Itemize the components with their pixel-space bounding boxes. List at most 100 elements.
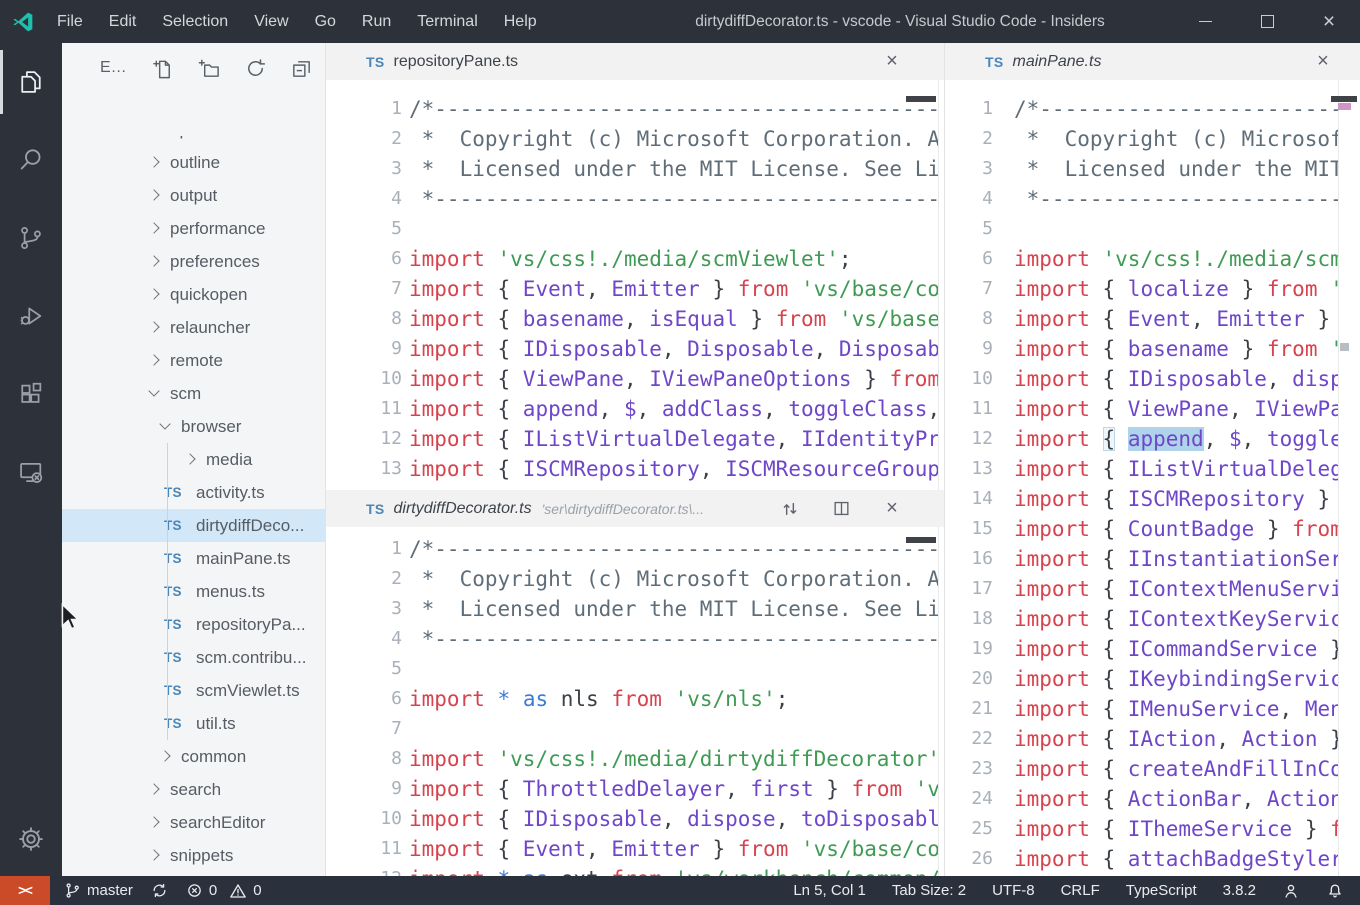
- code-line[interactable]: 8import { basename, isEqual } from 'vs/b…: [326, 304, 938, 334]
- feedback-button[interactable]: [1282, 882, 1300, 900]
- close-window-button[interactable]: ×: [1298, 0, 1360, 43]
- code-line[interactable]: 4 *-------------------------------------…: [945, 184, 1338, 214]
- tree-item-activity-ts[interactable]: TSactivity.ts: [62, 476, 325, 509]
- code-line[interactable]: 5: [326, 214, 938, 244]
- code-line[interactable]: 14import { ISCMRepository } from 'vs/wor…: [945, 484, 1338, 514]
- tree-item-relauncher[interactable]: relauncher: [62, 311, 325, 344]
- code-line[interactable]: 5: [945, 214, 1338, 244]
- code-line[interactable]: 8import { Event, Emitter } from 'vs/base…: [945, 304, 1338, 334]
- code-line[interactable]: 21import { IMenuService, MenuItemAction …: [945, 694, 1338, 724]
- tree-item-search[interactable]: search: [62, 773, 325, 806]
- tree-item-menus-ts[interactable]: TSmenus.ts: [62, 575, 325, 608]
- activity-run-debug-button[interactable]: [0, 277, 62, 355]
- tree-item-media[interactable]: media: [62, 443, 325, 476]
- code-line[interactable]: 18import { IContextKeyService } from 'vs…: [945, 604, 1338, 634]
- close-editor-button[interactable]: ×: [1307, 43, 1339, 80]
- code-line[interactable]: 13import { IListVirtualDelegate } from '…: [945, 454, 1338, 484]
- code-line[interactable]: 3 * Licensed under the MIT License. See …: [326, 154, 938, 184]
- code-line[interactable]: 16import { IInstantiationService } from …: [945, 544, 1338, 574]
- code-line[interactable]: 12import { append, $, toggleClass, track…: [945, 424, 1338, 454]
- code-line[interactable]: 1/*-------------------------------------…: [326, 94, 938, 124]
- collapse-folders-button[interactable]: [279, 55, 325, 81]
- scrollbar-thumb[interactable]: [906, 96, 936, 102]
- scrollbar-thumb[interactable]: [1331, 96, 1357, 102]
- code-line[interactable]: 1/*-------------------------------------…: [945, 94, 1338, 124]
- typescript-version-item[interactable]: 3.8.2: [1223, 882, 1256, 899]
- explorer-tree[interactable]: openRecentoutlineoutputperformanceprefer…: [62, 136, 325, 876]
- tree-item-openrecent[interactable]: openRecent: [62, 136, 325, 146]
- activity-search-button[interactable]: [0, 121, 62, 199]
- tree-item-common[interactable]: common: [62, 740, 325, 773]
- code-line[interactable]: 6import 'vs/css!./media/scmViewlet';: [326, 244, 938, 274]
- language-mode-item[interactable]: TypeScript: [1126, 882, 1197, 899]
- code-line[interactable]: 4 *-------------------------------------…: [326, 184, 938, 214]
- editor-title-repositoryPane[interactable]: TS repositoryPane.ts ×: [326, 43, 944, 80]
- code-line[interactable]: 9import { basename } from 'vs/base/commo…: [945, 334, 1338, 364]
- close-editor-button[interactable]: ×: [876, 490, 908, 527]
- code-line[interactable]: 11import { Event, Emitter } from 'vs/bas…: [326, 834, 938, 864]
- notifications-button[interactable]: [1326, 882, 1344, 900]
- code-line[interactable]: 13import { ISCMRepository, ISCMResourceG…: [326, 454, 938, 484]
- code-line[interactable]: 11import { append, $, addClass, toggleCl…: [326, 394, 938, 424]
- menu-run[interactable]: Run: [349, 0, 404, 43]
- code-line[interactable]: 9import { IDisposable, Disposable, Dispo…: [326, 334, 938, 364]
- code-line[interactable]: 10import { ViewPane, IViewPaneOptions } …: [326, 364, 938, 394]
- code-line[interactable]: 12import { IListVirtualDelegate, IIdenti…: [326, 424, 938, 454]
- tree-item-searcheditor[interactable]: searchEditor: [62, 806, 325, 839]
- tree-item-browser[interactable]: browser: [62, 410, 325, 443]
- code-line[interactable]: 22import { IAction, Action } from 'vs/ba…: [945, 724, 1338, 754]
- maximize-button[interactable]: [1236, 0, 1298, 43]
- split-editor-button[interactable]: [825, 490, 857, 527]
- tree-item-scmviewlet-ts[interactable]: TSscmViewlet.ts: [62, 674, 325, 707]
- eol-item[interactable]: CRLF: [1061, 882, 1100, 899]
- code-area-repositoryPane[interactable]: 1/*-------------------------------------…: [326, 80, 938, 490]
- code-line[interactable]: 2 * Copyright (c) Microsoft Corporation.…: [326, 124, 938, 154]
- code-line[interactable]: 24import { ActionBar, ActionViewItem } f…: [945, 784, 1338, 814]
- code-line[interactable]: 10import { IDisposable, dispose, toDispo…: [326, 804, 938, 834]
- activity-remote-explorer-button[interactable]: [0, 433, 62, 511]
- indentation-item[interactable]: Tab Size: 2: [892, 882, 966, 899]
- activity-extensions-button[interactable]: [0, 355, 62, 433]
- code-line[interactable]: 25import { IThemeService } from 'vs/plat…: [945, 814, 1338, 844]
- minimize-button[interactable]: [1174, 0, 1236, 43]
- code-line[interactable]: 8import 'vs/css!./media/dirtydiffDecorat…: [326, 744, 938, 774]
- code-area-dirtydiffDecorator[interactable]: 1/*-------------------------------------…: [326, 527, 938, 876]
- menu-selection[interactable]: Selection: [149, 0, 241, 43]
- code-line[interactable]: 7import { Event, Emitter } from 'vs/base…: [326, 274, 938, 304]
- cursor-position-item[interactable]: Ln 5, Col 1: [793, 882, 866, 899]
- encoding-item[interactable]: UTF-8: [992, 882, 1035, 899]
- new-file-button[interactable]: [141, 55, 187, 81]
- tree-item-remote[interactable]: remote: [62, 344, 325, 377]
- code-line[interactable]: 4 *-------------------------------------…: [326, 624, 938, 654]
- code-line[interactable]: 7import { localize } from 'vs/nls';: [945, 274, 1338, 304]
- menu-terminal[interactable]: Terminal: [404, 0, 490, 43]
- menu-edit[interactable]: Edit: [96, 0, 150, 43]
- code-line[interactable]: 19import { ICommandService } from 'vs/pl…: [945, 634, 1338, 664]
- tree-item-mainpane-ts[interactable]: TSmainPane.ts: [62, 542, 325, 575]
- code-line[interactable]: 12import * as ext from 'vs/workbench/com…: [326, 864, 938, 876]
- code-line[interactable]: 10import { IDisposable, dispose } from '…: [945, 364, 1338, 394]
- tree-item-scm[interactable]: scm: [62, 377, 325, 410]
- menu-go[interactable]: Go: [302, 0, 349, 43]
- code-line[interactable]: 15import { CountBadge } from 'vs/base/br…: [945, 514, 1338, 544]
- settings-gear-button[interactable]: [0, 814, 62, 864]
- tree-item-repositorypa[interactable]: TSrepositoryPa...: [62, 608, 325, 641]
- code-line[interactable]: 2 * Copyright (c) Microsoft Corporation.…: [326, 564, 938, 594]
- code-line[interactable]: 3 * Licensed under the MIT License. See …: [945, 154, 1338, 184]
- close-editor-button[interactable]: ×: [876, 43, 908, 80]
- editor-title-dirtydiffDecorator[interactable]: TS dirtydiffDecorator.ts 'ser\dirtydiffD…: [326, 490, 944, 527]
- activity-explorer-button[interactable]: [0, 43, 62, 121]
- code-line[interactable]: 11import { ViewPane, IViewPaneOptions } …: [945, 394, 1338, 424]
- code-line[interactable]: 7: [326, 714, 938, 744]
- branch-status-item[interactable]: master: [64, 882, 133, 899]
- code-area-mainPane[interactable]: 1/*-------------------------------------…: [945, 80, 1338, 876]
- sync-status-item[interactable]: [151, 882, 168, 899]
- new-folder-button[interactable]: [187, 55, 233, 81]
- code-line[interactable]: 17import { IContextMenuService } from 'v…: [945, 574, 1338, 604]
- refresh-explorer-button[interactable]: [233, 55, 279, 81]
- tree-item-dirtydiffdeco[interactable]: TSdirtydiffDeco...: [62, 509, 325, 542]
- code-line[interactable]: 9import { ThrottledDelayer, first } from…: [326, 774, 938, 804]
- code-line[interactable]: 6import 'vs/css!./media/scmViewlet';: [945, 244, 1338, 274]
- tree-item-quickopen[interactable]: quickopen: [62, 278, 325, 311]
- tree-item-outline[interactable]: outline: [62, 146, 325, 179]
